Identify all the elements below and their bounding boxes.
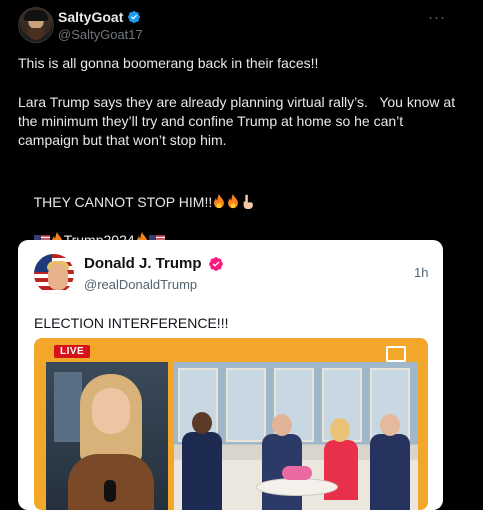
expand-video-icon[interactable] (386, 346, 406, 362)
author-name[interactable]: SaltyGoat (58, 9, 123, 25)
quoted-author-name[interactable]: Donald J. Trump (84, 255, 202, 272)
live-badge: LIVE (54, 345, 91, 358)
quoted-post-video[interactable]: LIVE (34, 338, 428, 510)
verified-badge-icon (128, 11, 141, 23)
author-avatar[interactable] (18, 7, 54, 43)
point-down-emoji-icon (243, 194, 254, 209)
video-studio-pane (174, 362, 418, 510)
verified-badge-icon (208, 256, 223, 271)
video-left-pane (46, 362, 168, 510)
post-text-line-1: This is all gonna boomerang back in thei… (18, 55, 319, 71)
quoted-post-time[interactable]: 1h (414, 265, 428, 280)
quoted-author-handle[interactable]: @realDonaldTrump (84, 277, 197, 292)
quoted-post-card[interactable]: Donald J. Trump @realDonaldTrump 1h ELEC… (18, 240, 443, 510)
post-text-shout: THEY CANNOT STOP HIM!! (33, 194, 213, 210)
quoted-author-avatar[interactable] (34, 254, 74, 294)
tweet: SaltyGoat @SaltyGoat17 ··· This is all g… (0, 0, 483, 510)
fire-emoji-icon (214, 194, 225, 209)
quoted-post-text: ELECTION INTERFERENCE!!! (34, 315, 229, 331)
more-horizontal-icon[interactable]: ··· (428, 8, 446, 26)
quoted-author-name-row: Donald J. Trump (84, 255, 224, 272)
fire-emoji-icon (228, 194, 239, 209)
author-handle[interactable]: @SaltyGoat17 (58, 27, 143, 42)
post-text-paragraph-2: Lara Trump says they are already plannin… (18, 94, 459, 148)
author-name-row: SaltyGoat (58, 9, 141, 25)
